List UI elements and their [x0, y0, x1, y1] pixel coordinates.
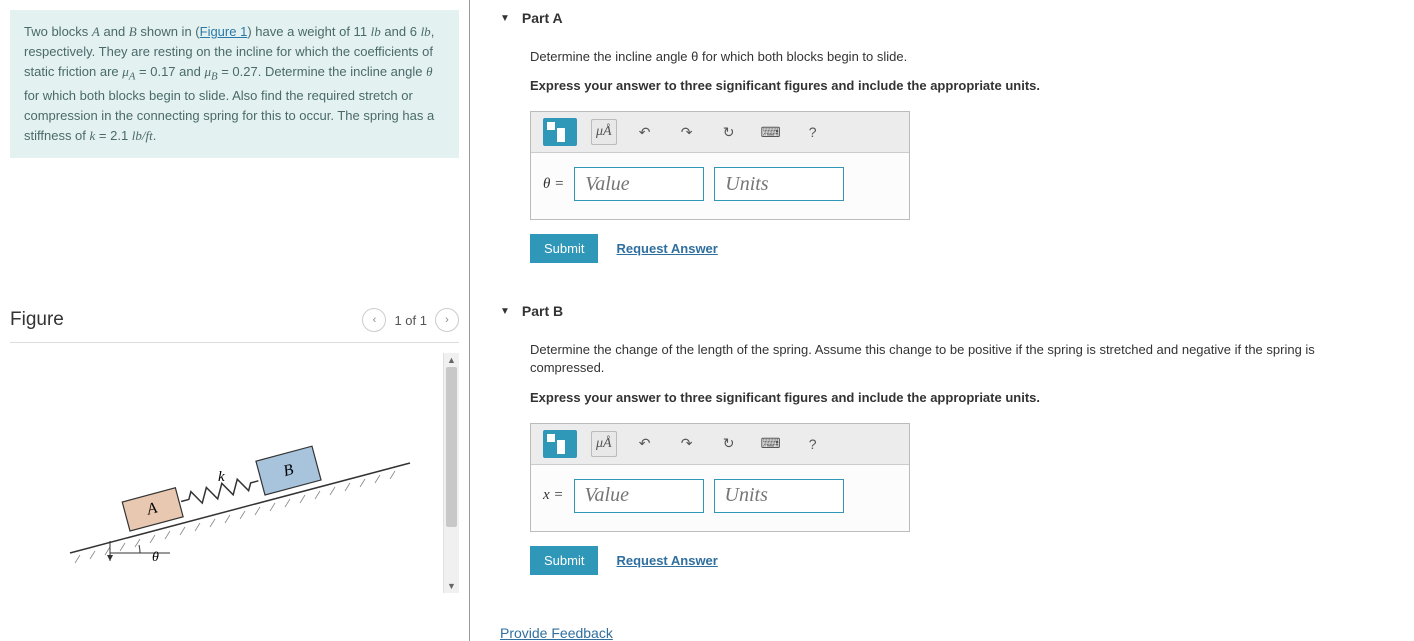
part-a-submit-button[interactable]: Submit: [530, 234, 598, 263]
part-b-header[interactable]: ▼ Part B: [500, 303, 1384, 319]
part-b-request-answer[interactable]: Request Answer: [616, 553, 717, 568]
part-b-answer-box: μÅ ↶ ↷ ↻ ⌨ ? x =: [530, 423, 910, 532]
symbols-button[interactable]: μÅ: [591, 119, 617, 145]
keyboard-button[interactable]: ⌨: [757, 431, 785, 457]
svg-text:θ: θ: [152, 550, 159, 565]
redo-button[interactable]: ↷: [673, 119, 701, 145]
figure-title: Figure: [10, 309, 64, 331]
provide-feedback-link[interactable]: Provide Feedback: [500, 625, 613, 641]
template-button[interactable]: [543, 430, 577, 458]
part-a-units-input[interactable]: [714, 167, 844, 201]
part-b-submit-button[interactable]: Submit: [530, 546, 598, 575]
part-b-value-input[interactable]: [574, 479, 704, 513]
part-a-submit-row: Submit Request Answer: [530, 234, 1384, 263]
part-b-variable: x =: [543, 487, 564, 504]
part-a-body: Determine the incline angle θ for which …: [500, 48, 1384, 263]
figure-pager: ‹ 1 of 1 ›: [362, 308, 459, 332]
collapse-icon: ▼: [500, 13, 510, 24]
figure-diagram: A k B θ: [60, 393, 420, 573]
collapse-icon: ▼: [500, 306, 510, 317]
symbols-button[interactable]: μÅ: [591, 431, 617, 457]
part-a-instruction: Express your answer to three significant…: [530, 78, 1384, 93]
figure-next-button[interactable]: ›: [435, 308, 459, 332]
redo-button[interactable]: ↷: [673, 431, 701, 457]
undo-button[interactable]: ↶: [631, 431, 659, 457]
help-button[interactable]: ?: [799, 119, 827, 145]
problem-statement: Two blocks A and B shown in (Figure 1) h…: [10, 10, 459, 158]
part-b-toolbar: μÅ ↶ ↷ ↻ ⌨ ?: [531, 424, 909, 465]
left-panel: Two blocks A and B shown in (Figure 1) h…: [0, 0, 470, 641]
part-b-prompt: Determine the change of the length of th…: [530, 341, 1384, 377]
figure-area: A k B θ ▲: [10, 353, 459, 593]
right-panel: ▼ Part A Determine the incline angle θ f…: [470, 0, 1414, 641]
part-a-toolbar: μÅ ↶ ↷ ↻ ⌨ ?: [531, 112, 909, 153]
figure-prev-button[interactable]: ‹: [362, 308, 386, 332]
figure-header: Figure ‹ 1 of 1 ›: [10, 308, 459, 343]
part-b-submit-row: Submit Request Answer: [530, 546, 1384, 575]
part-a-title: Part A: [522, 10, 563, 26]
template-button[interactable]: [543, 118, 577, 146]
part-b-input-row: x =: [531, 465, 909, 531]
keyboard-button[interactable]: ⌨: [757, 119, 785, 145]
scroll-down-icon[interactable]: ▼: [444, 579, 459, 593]
part-a-request-answer[interactable]: Request Answer: [616, 241, 717, 256]
part-a-prompt: Determine the incline angle θ for which …: [530, 48, 1384, 66]
part-a-value-input[interactable]: [574, 167, 704, 201]
undo-button[interactable]: ↶: [631, 119, 659, 145]
part-a-input-row: θ =: [531, 153, 909, 219]
figure-page-indicator: 1 of 1: [394, 313, 427, 328]
part-b-body: Determine the change of the length of th…: [500, 341, 1384, 574]
reset-button[interactable]: ↻: [715, 431, 743, 457]
reset-button[interactable]: ↻: [715, 119, 743, 145]
part-a-header[interactable]: ▼ Part A: [500, 10, 1384, 26]
part-b-units-input[interactable]: [714, 479, 844, 513]
part-a-variable: θ =: [543, 176, 564, 193]
figure-link[interactable]: Figure 1: [200, 24, 248, 39]
part-b-title: Part B: [522, 303, 563, 319]
figure-scrollbar[interactable]: ▲ ▼: [443, 353, 459, 593]
svg-text:k: k: [218, 469, 225, 485]
scroll-up-icon[interactable]: ▲: [444, 353, 459, 367]
part-a-answer-box: μÅ ↶ ↷ ↻ ⌨ ? θ =: [530, 111, 910, 220]
help-button[interactable]: ?: [799, 431, 827, 457]
part-b-instruction: Express your answer to three significant…: [530, 390, 1384, 405]
scroll-thumb[interactable]: [446, 367, 457, 527]
